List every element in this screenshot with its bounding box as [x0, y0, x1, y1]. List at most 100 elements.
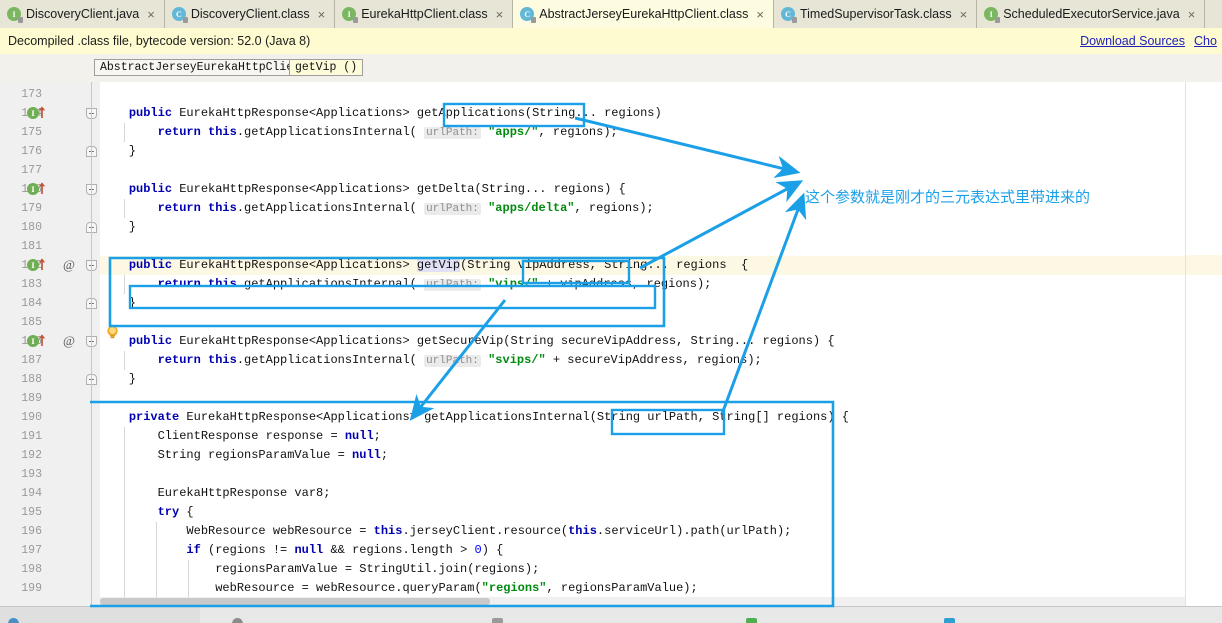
indent-guide	[124, 427, 125, 598]
implementing-method-marker[interactable]: I	[26, 332, 52, 351]
editor-tab-label: AbstractJerseyEurekaHttpClient.class	[539, 7, 749, 21]
lock-icon	[791, 17, 797, 23]
code-line: }	[100, 372, 137, 386]
code-line: EurekaHttpResponse var8;	[100, 486, 331, 500]
annotation-note-text: 这个参数就是刚才的三元表达式里带进来的	[805, 188, 1091, 206]
implementing-method-marker[interactable]: I	[26, 180, 52, 199]
indent-guide	[156, 522, 157, 598]
editor-gutter[interactable]: 1731741751761771781791801811821831841851…	[0, 82, 100, 606]
indent-guide	[188, 560, 189, 598]
code-line: if (regions != null && regions.length > …	[186, 543, 504, 557]
editor-tab-0[interactable]: I DiscoveryClient.java ×	[0, 0, 165, 28]
code-line: }	[100, 144, 137, 158]
marker-strip[interactable]	[1186, 82, 1222, 606]
marker-strip-caret-indicator	[1186, 255, 1222, 275]
editor-tab-2[interactable]: I EurekaHttpClient.class ×	[335, 0, 514, 28]
code-line: ClientResponse response = null;	[100, 429, 381, 443]
code-line: }	[100, 220, 137, 234]
line-number: 197	[21, 544, 42, 557]
close-icon[interactable]: ×	[755, 8, 765, 21]
annotation-gutter-icon[interactable]: @	[62, 258, 76, 272]
code-line: return this.getApplicationsInternal( url…	[157, 125, 618, 139]
download-sources-link[interactable]: Download Sources	[1080, 34, 1185, 48]
code-editor[interactable]: 1731741751761771781791801811821831841851…	[0, 82, 1222, 606]
code-line: public EurekaHttpResponse<Applications> …	[128, 182, 626, 196]
close-icon[interactable]: ×	[495, 8, 505, 21]
implementing-method-icon: I	[27, 106, 46, 119]
indent-guide	[124, 123, 125, 142]
implementing-method-marker[interactable]: I	[26, 256, 52, 275]
line-number: 189	[21, 392, 42, 405]
code-line: regionsParamValue = StringUtil.join(regi…	[100, 562, 540, 576]
breadcrumb-bar: AbstractJerseyEurekaHttpClient getVip ()	[0, 54, 1222, 83]
implementing-method-icon: I	[27, 334, 46, 347]
code-line: webResource = webResource.queryParam("re…	[100, 581, 698, 595]
line-number: 181	[21, 240, 42, 253]
code-line: return this.getApplicationsInternal( url…	[157, 353, 762, 367]
editor-tab-3[interactable]: C AbstractJerseyEurekaHttpClient.class ×	[513, 0, 774, 29]
code-line: WebResource webResource = this.jerseyCli…	[100, 524, 792, 538]
indent-guide	[124, 199, 125, 218]
lock-icon	[182, 17, 188, 23]
code-text-area[interactable]: public EurekaHttpResponse<Applications> …	[100, 82, 1185, 606]
svg-text:I: I	[31, 185, 34, 194]
status-bar	[0, 606, 1222, 623]
choose-sources-link[interactable]: Cho	[1194, 34, 1222, 48]
code-line: }	[100, 296, 137, 310]
line-number: 195	[21, 506, 42, 519]
horizontal-scrollbar-thumb[interactable]	[100, 598, 490, 605]
close-icon[interactable]: ×	[146, 8, 156, 21]
analyze-tool-icon[interactable]	[746, 618, 757, 623]
editor-tab-1[interactable]: C DiscoveryClient.class ×	[164, 0, 336, 28]
implementing-method-icon: I	[27, 182, 46, 195]
svg-text:I: I	[31, 109, 34, 118]
fold-region-line	[91, 82, 92, 606]
editor-tab-4[interactable]: C TimedSupervisorTask.class ×	[773, 0, 978, 28]
close-icon[interactable]: ×	[317, 8, 327, 21]
editor-tab-label: DiscoveryClient.class	[190, 7, 310, 21]
implementing-method-icon: I	[27, 258, 46, 271]
class-file-icon: C	[171, 7, 188, 23]
line-number: 176	[21, 145, 42, 158]
code-line: public EurekaHttpResponse<Applications> …	[128, 106, 662, 120]
java-file-icon: I	[7, 7, 23, 23]
intention-bulb-icon[interactable]	[105, 325, 120, 340]
editor-tab-label: TimedSupervisorTask.class	[799, 7, 952, 21]
annotation-gutter-icon[interactable]: @	[62, 334, 76, 348]
line-number: 185	[21, 316, 42, 329]
code-line: public EurekaHttpResponse<Applications> …	[128, 334, 835, 348]
code-line: public EurekaHttpResponse<Applications> …	[128, 258, 749, 272]
class-file-icon: C	[780, 7, 797, 23]
java-file-icon: I	[984, 7, 1001, 23]
line-number: 192	[21, 449, 42, 462]
class-file-icon: C	[520, 7, 537, 23]
indent-guide	[124, 351, 125, 370]
editor-tab-label: DiscoveryClient.java	[26, 7, 140, 21]
line-number: 191	[21, 430, 42, 443]
breadcrumb-method[interactable]: getVip ()	[289, 59, 364, 76]
line-number: 198	[21, 563, 42, 576]
line-number: 180	[21, 221, 42, 234]
svg-text:I: I	[31, 337, 34, 346]
code-line: private EurekaHttpResponse<Applications>…	[128, 410, 849, 424]
line-number: 187	[21, 354, 42, 367]
horizontal-scrollbar[interactable]	[100, 597, 1185, 606]
code-line: String regionsParamValue = null;	[100, 448, 389, 462]
lock-icon	[353, 17, 359, 23]
editor-tab-label: EurekaHttpClient.class	[361, 7, 488, 21]
code-line: return this.getApplicationsInternal( url…	[157, 277, 712, 291]
line-number: 190	[21, 411, 42, 424]
editor-tab-5[interactable]: I ScheduledExecutorService.java ×	[977, 0, 1206, 28]
editor-tab-label: ScheduledExecutorService.java	[1003, 7, 1180, 21]
find-tool-icon[interactable]	[8, 618, 19, 623]
implementing-method-marker[interactable]: I	[26, 104, 52, 123]
line-number: 177	[21, 164, 42, 177]
breadcrumb-class[interactable]: AbstractJerseyEurekaHttpClient	[94, 59, 314, 76]
close-icon[interactable]: ×	[959, 8, 969, 21]
java-enterprise-tool-icon[interactable]	[944, 618, 955, 623]
terminal-tool-icon[interactable]	[492, 618, 503, 623]
lock-icon	[18, 17, 23, 23]
decompiler-notification-bar: Decompiled .class file, bytecode version…	[0, 28, 1222, 55]
run-tool-icon[interactable]	[232, 618, 243, 623]
close-icon[interactable]: ×	[1187, 8, 1197, 21]
